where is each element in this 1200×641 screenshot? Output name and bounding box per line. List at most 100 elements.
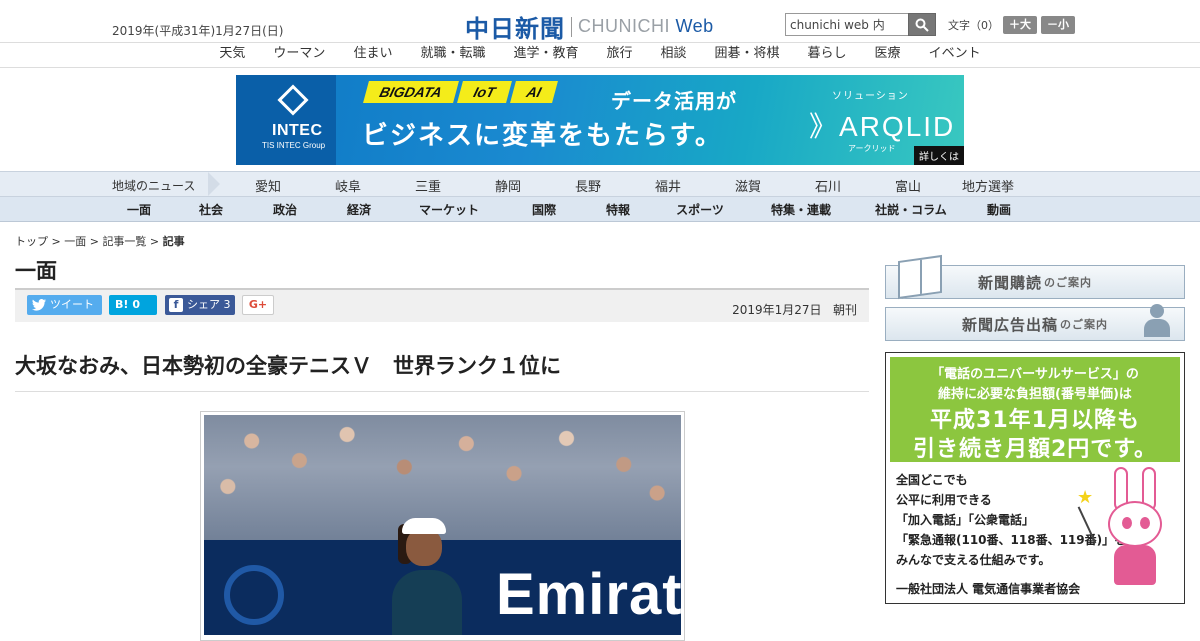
cat-front-page[interactable]: 一面 [100,201,178,218]
search-icon [915,18,929,32]
section-title: 一面 [15,259,57,283]
site-logo[interactable]: 中日新聞 CHUNICHI Web [465,9,714,44]
cat-politics[interactable]: 政治 [244,201,326,218]
region-shiga[interactable]: 滋賀 [708,176,788,195]
logo-separator [571,16,572,37]
facebook-share-button[interactable]: f シェア 3 [165,295,235,315]
region-ishikawa[interactable]: 石川 [788,176,868,195]
ad-body-line: みんなで支える仕組みです。 [896,553,1051,567]
breadcrumb: トップ > 一面 > 記事一覧 > 記事 [15,233,185,249]
twitter-bird-icon [32,299,46,311]
person-icon-body [1144,319,1170,337]
font-larger-button[interactable]: ＋大 [1003,16,1037,34]
nav-jobs[interactable]: 就職・転職 [406,43,499,67]
ad-line-2: 維持に必要な負担額(番号単価)は [938,387,1132,402]
nav-events[interactable]: イベント [915,43,995,67]
cat-economy[interactable]: 経済 [326,201,392,218]
nav-weather[interactable]: 天気 [205,43,259,67]
hatena-bookmark-button[interactable]: B! 0 [109,295,157,315]
region-aichi[interactable]: 愛知 [228,176,308,195]
sidebar-ad[interactable]: 「電話のユニバーサルサービス」の 維持に必要な負担額(番号単価)は 平成31年1… [885,352,1185,604]
banner-product-name: ARQLID [839,111,956,142]
subscribe-button[interactable]: 新聞購読 のご案内 [885,254,1185,300]
logo-english-prefix: CHUNICHI [578,16,676,36]
headline-divider [15,391,869,392]
site-header: 2019年(平成31年)1月27日(日) 中日新聞 CHUNICHI Web 文… [0,0,1200,43]
ad-banner[interactable]: INTEC TIS INTEC Group BIGDATA IoT AI データ… [236,75,964,165]
article-photo[interactable]: Emirat [200,411,685,641]
nav-housing[interactable]: 住まい [339,43,406,67]
breadcrumb-top[interactable]: トップ [15,235,48,248]
region-news-title: 地域のニュース [112,179,196,193]
tweet-label: ツイート [50,298,94,311]
person-icon-head [1150,304,1164,318]
font-smaller-button[interactable]: －小 [1041,16,1075,34]
nav-living[interactable]: 暮らし [794,43,861,67]
banner-product-kana: アークリッド [848,144,896,153]
banner-tag: IoT [456,81,512,103]
region-fukui[interactable]: 福井 [628,176,708,195]
bunny-eye-right [1140,517,1150,529]
ad-body: 全国どこでも 公平に利用できる 「加入電話」「公衆電話」 「緊急通報(110番、… [896,470,1126,570]
nav-education[interactable]: 進学・教育 [499,43,592,67]
cat-market[interactable]: マーケット [392,201,506,218]
region-gifu[interactable]: 岐阜 [308,176,388,195]
cat-international[interactable]: 国際 [506,201,582,218]
banner-product: 》ARQLID [809,111,956,142]
photo-player [392,518,462,635]
bunny-mascot-icon [1100,467,1170,587]
category-links: 一面 社会 政治 経済 マーケット 国際 特報 スポーツ 特集・連載 社説・コラ… [100,201,1032,218]
google-plus-button[interactable]: G+ [242,295,274,315]
cat-editorials[interactable]: 社説・コラム [856,201,966,218]
article-pubdate: 2019年1月27日 朝刊 [732,301,857,318]
region-links: 愛知 岐阜 三重 静岡 長野 福井 滋賀 石川 富山 地方選挙 [228,176,1028,195]
article-edition: 朝刊 [832,303,857,317]
service-nav: 天気 ウーマン 住まい 就職・転職 進学・教育 旅行 相談 囲碁・将棋 暮らし … [0,43,1200,68]
facebook-icon: f [169,298,183,312]
ad-line-1: 「電話のユニバーサルサービス」の [931,367,1139,382]
facebook-share-label: シェア [187,298,220,311]
region-local-elections[interactable]: 地方選挙 [948,176,1028,195]
nav-consult[interactable]: 相談 [647,43,701,67]
region-toyama[interactable]: 富山 [868,176,948,195]
font-size-control: 文字（0） ＋大 －小 [948,16,1075,34]
advertise-button[interactable]: 新聞広告出稿 のご案内 [885,304,1185,341]
region-nagano[interactable]: 長野 [548,176,628,195]
nav-woman[interactable]: ウーマン [259,43,339,67]
region-mie[interactable]: 三重 [388,176,468,195]
search-input[interactable] [785,13,908,36]
cat-sports[interactable]: スポーツ [654,201,746,218]
logo-japanese: 中日新聞 [465,14,565,43]
facebook-share-count: 3 [223,298,231,311]
person-icon [1142,304,1172,340]
photo-board-logo [224,565,284,625]
search-button[interactable] [908,13,936,36]
ad-organization: 一般社団法人 電気通信事業者協会 [896,582,1081,596]
nav-medical[interactable]: 医療 [861,43,915,67]
ad-body-line: 「加入電話」「公衆電話」 [896,513,1035,527]
breadcrumb-article-list[interactable]: 記事一覧 [102,235,146,248]
banner-solution-label: ソリューション [832,91,909,102]
cat-video[interactable]: 動画 [966,201,1032,218]
breadcrumb-current: 記事 [162,235,185,248]
ad-line-3: 平成31年1月以降も [930,408,1140,433]
cat-special-report[interactable]: 特報 [582,201,654,218]
tweet-button[interactable]: ツイート [27,295,102,315]
nav-travel[interactable]: 旅行 [592,43,646,67]
star-icon: ★ [1077,487,1094,508]
bunny-head [1108,501,1162,547]
breadcrumb-separator: > [48,235,65,248]
breadcrumb-front-page[interactable]: 一面 [64,235,86,248]
region-shizuoka[interactable]: 静岡 [468,176,548,195]
banner-tag: AI [509,81,558,103]
cat-features[interactable]: 特集・連載 [746,201,856,218]
banner-brand: INTEC [272,122,323,139]
share-bar: ツイート B! 0 f シェア 3 G+ 2019年1月27日 朝刊 [15,288,869,322]
banner-brand-panel: INTEC TIS INTEC Group [236,75,336,165]
cat-society[interactable]: 社会 [178,201,244,218]
bunny-torso [1114,545,1156,585]
banner-more-link[interactable]: 詳しくは [914,146,964,165]
region-news-bar: 地域のニュース 愛知 岐阜 三重 静岡 長野 福井 滋賀 石川 富山 地方選挙 [0,171,1200,197]
nav-go-shogi[interactable]: 囲碁・将棋 [701,43,794,67]
sidebar-ad-content: 「電話のユニバーサルサービス」の 維持に必要な負担額(番号単価)は 平成31年1… [890,357,1180,599]
